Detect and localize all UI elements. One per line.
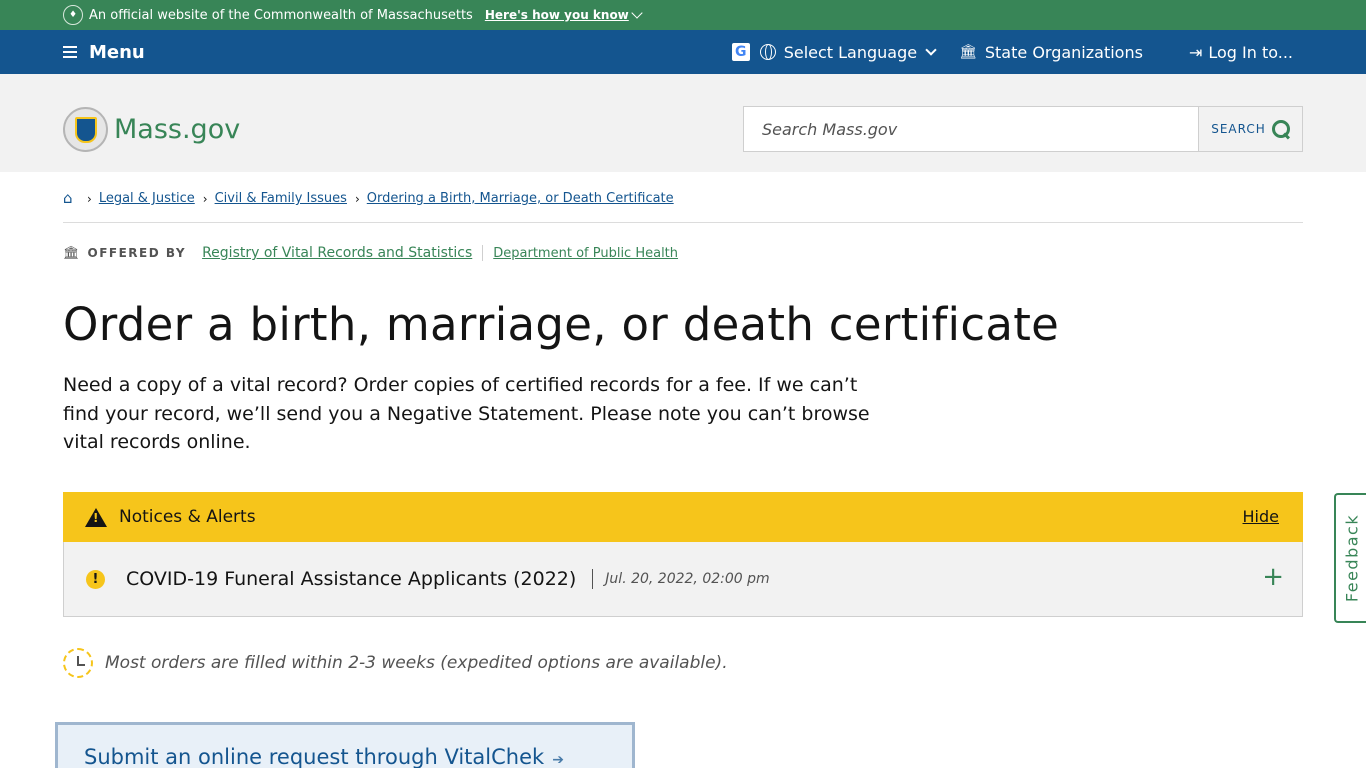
globe-icon <box>759 44 776 60</box>
search-button[interactable]: SEARCH <box>1198 107 1302 151</box>
official-banner: ♦ An official website of the Commonwealt… <box>0 0 1366 30</box>
select-language-button[interactable]: Select Language <box>759 42 937 62</box>
building-icon: 🏛 <box>959 44 977 60</box>
offered-by: 🏛 OFFERED BY Registry of Vital Records a… <box>63 245 678 261</box>
page-lede: Need a copy of a vital record? Order cop… <box>63 374 870 453</box>
alert-item[interactable]: ! COVID-19 Funeral Assistance Applicants… <box>63 542 1303 617</box>
alerts-header: Notices & Alerts Hide <box>63 492 1303 542</box>
hamburger-icon <box>63 46 77 58</box>
offered-by-org-link[interactable]: Department of Public Health <box>493 246 678 261</box>
chevron-down-icon <box>925 43 937 56</box>
breadcrumb-legal-justice[interactable]: Legal & Justice <box>99 190 195 208</box>
offered-by-label: OFFERED BY <box>87 246 187 260</box>
state-seal-icon <box>63 107 108 152</box>
search-button-label: SEARCH <box>1211 122 1266 136</box>
alert-title: COVID-19 Funeral Assistance Applicants (… <box>126 568 577 590</box>
heres-how-you-know-link[interactable]: Here's how you know <box>484 7 643 22</box>
search-form: SEARCH <box>743 106 1303 152</box>
heres-how-you-know-label: Here's how you know <box>484 8 629 22</box>
expand-plus-icon[interactable]: + <box>1262 562 1284 592</box>
state-organizations-label: State Organizations <box>984 42 1143 62</box>
login-icon: ⇥ <box>1188 42 1203 62</box>
state-organizations-button[interactable]: 🏛 State Organizations <box>959 43 1143 62</box>
breadcrumb-ordering-certificate[interactable]: Ordering a Birth, Marriage, or Death Cer… <box>367 190 674 208</box>
state-seal-icon: ♦ <box>63 5 83 25</box>
logo-text: Mass.gov <box>114 114 241 145</box>
chevron-right-icon: › <box>202 192 208 206</box>
breadcrumb-civil-family[interactable]: Civil & Family Issues <box>215 190 347 208</box>
chevron-down-icon <box>631 7 643 19</box>
chevron-right-icon: › <box>87 192 92 206</box>
warning-icon <box>85 507 107 527</box>
alerts-heading: Notices & Alerts <box>119 507 256 527</box>
site-header: Mass.gov SEARCH <box>0 74 1366 172</box>
feedback-label: Feedback <box>1342 513 1362 603</box>
menu-label: Menu <box>89 41 145 63</box>
divider <box>592 569 594 589</box>
hide-alerts-button[interactable]: Hide <box>1243 507 1279 526</box>
alert-date: Jul. 20, 2022, 02:00 pm <box>605 571 770 587</box>
google-translate-icon: G <box>731 43 750 61</box>
arrow-right-icon: ➔ <box>552 752 564 768</box>
processing-time: Most orders are filled within 2-3 weeks … <box>63 648 728 678</box>
search-input[interactable] <box>744 107 1198 151</box>
home-icon[interactable]: ⌂ <box>63 190 79 206</box>
page: ♦ An official website of the Commonwealt… <box>0 0 1366 768</box>
building-icon: 🏛 <box>63 245 80 261</box>
utility-nav: Menu G Select Language 🏛 State Organizat… <box>0 30 1366 74</box>
official-text: An official website of the Commonwealth … <box>89 7 473 23</box>
feedback-tab[interactable]: Feedback <box>1334 493 1366 623</box>
clock-icon <box>63 648 93 678</box>
mass-gov-logo[interactable]: Mass.gov <box>63 107 240 152</box>
select-language-label: Select Language <box>783 42 918 62</box>
vitalchek-link[interactable]: Submit an online request through VitalCh… <box>55 722 635 768</box>
search-icon <box>1271 120 1290 138</box>
breadcrumb: ⌂ › Legal & Justice › Civil & Family Iss… <box>63 190 1303 223</box>
log-in-button[interactable]: ⇥ Log In to... <box>1189 43 1293 62</box>
log-in-label: Log In to... <box>1208 42 1293 62</box>
processing-time-text: Most orders are filled within 2-3 weeks … <box>105 653 728 673</box>
vitalchek-link-label: Submit an online request through VitalCh… <box>84 745 545 768</box>
chevron-right-icon: › <box>354 192 360 206</box>
divider <box>482 245 484 261</box>
menu-button[interactable]: Menu <box>63 30 145 74</box>
alert-exclamation-icon: ! <box>86 569 105 589</box>
page-title: Order a birth, marriage, or death certif… <box>63 298 1060 351</box>
offered-by-org-link[interactable]: Registry of Vital Records and Statistics <box>202 245 472 261</box>
utility-links: G Select Language 🏛 State Organizations … <box>731 30 1293 74</box>
